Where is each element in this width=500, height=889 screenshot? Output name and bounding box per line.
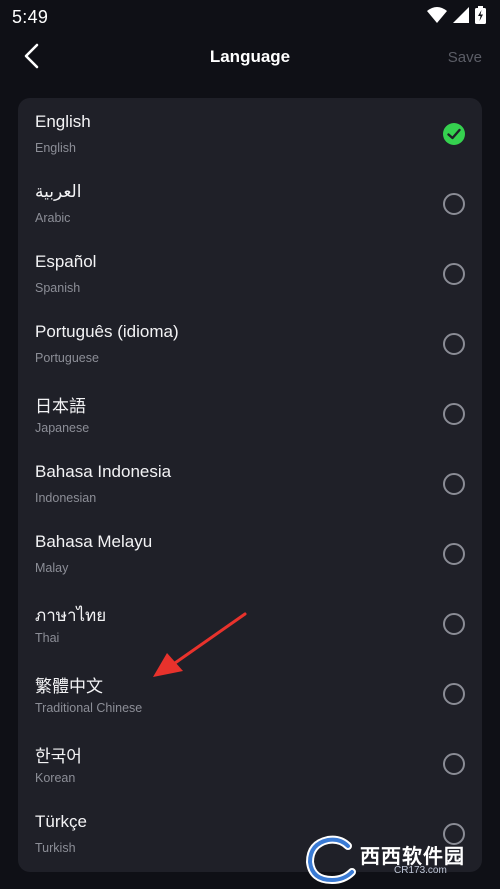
language-name: Bahasa Indonesia bbox=[35, 462, 172, 481]
language-name: Türkçe bbox=[35, 812, 87, 831]
language-subtitle: Traditional Chinese bbox=[35, 701, 143, 715]
language-name: 한국어 bbox=[35, 747, 82, 766]
status-time: 5:49 bbox=[12, 6, 49, 27]
radio-unchecked-icon[interactable] bbox=[443, 263, 465, 285]
language-name: 日本語 bbox=[35, 397, 86, 416]
cellular-icon bbox=[453, 6, 469, 28]
wifi-icon bbox=[427, 6, 447, 28]
language-subtitle: Turkish bbox=[35, 841, 76, 855]
radio-unchecked-icon[interactable] bbox=[443, 473, 465, 495]
language-list: English English العربية Arabic Español S… bbox=[18, 98, 482, 872]
language-option-arabic[interactable]: العربية Arabic bbox=[18, 168, 482, 238]
language-name: Español bbox=[35, 252, 97, 271]
language-subtitle: English bbox=[35, 141, 76, 155]
battery-charging-icon bbox=[475, 5, 486, 29]
language-subtitle: Japanese bbox=[35, 421, 90, 435]
language-name: English bbox=[35, 112, 91, 131]
radio-unchecked-icon[interactable] bbox=[443, 193, 465, 215]
watermark-logo: 西西软件园 CR173.com bbox=[298, 832, 498, 886]
language-subtitle: Indonesian bbox=[35, 491, 97, 505]
radio-unchecked-icon[interactable] bbox=[443, 333, 465, 355]
radio-unchecked-icon[interactable] bbox=[443, 683, 465, 705]
language-subtitle: Thai bbox=[35, 631, 60, 645]
language-subtitle: Malay bbox=[35, 561, 69, 575]
radio-unchecked-icon[interactable] bbox=[443, 753, 465, 775]
language-option-indonesian[interactable]: Bahasa Indonesia Indonesian bbox=[18, 448, 482, 518]
radio-unchecked-icon[interactable] bbox=[443, 403, 465, 425]
language-option-korean[interactable]: 한국어 Korean bbox=[18, 728, 482, 798]
radio-unchecked-icon[interactable] bbox=[443, 543, 465, 565]
save-button[interactable]: Save bbox=[448, 49, 482, 66]
language-option-spanish[interactable]: Español Spanish bbox=[18, 238, 482, 308]
language-option-malay[interactable]: Bahasa Melayu Malay bbox=[18, 518, 482, 588]
watermark-url: CR173.com bbox=[394, 865, 447, 876]
language-name: العربية bbox=[35, 182, 82, 201]
language-option-japanese[interactable]: 日本語 Japanese bbox=[18, 378, 482, 448]
language-option-english[interactable]: English English bbox=[18, 98, 482, 168]
radio-unchecked-icon[interactable] bbox=[443, 613, 465, 635]
watermark-c-icon bbox=[305, 835, 356, 884]
status-icons bbox=[427, 5, 486, 29]
status-bar: 5:49 bbox=[0, 0, 500, 34]
language-option-portuguese[interactable]: Português (idioma) Portuguese bbox=[18, 308, 482, 378]
check-circle-icon[interactable] bbox=[443, 123, 465, 145]
language-subtitle: Arabic bbox=[35, 211, 71, 225]
language-name: Português (idioma) bbox=[35, 322, 179, 341]
language-name: Bahasa Melayu bbox=[35, 532, 153, 551]
app-header: Language Save bbox=[0, 34, 500, 82]
language-name: 繁體中文 bbox=[35, 677, 103, 696]
language-name: ภาษาไทย bbox=[35, 606, 107, 625]
language-subtitle: Portuguese bbox=[35, 351, 99, 365]
annotation-arrow-icon bbox=[153, 612, 247, 677]
page-title: Language bbox=[209, 47, 291, 66]
language-subtitle: Korean bbox=[35, 771, 76, 785]
language-subtitle: Spanish bbox=[35, 281, 81, 295]
